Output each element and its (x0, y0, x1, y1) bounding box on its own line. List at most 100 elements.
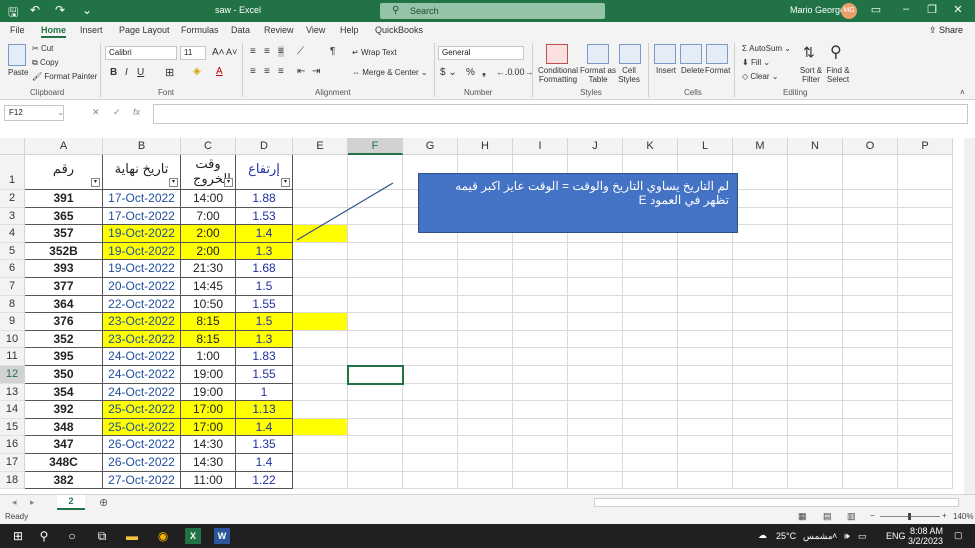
column-header[interactable]: I (513, 138, 568, 155)
paste-icon[interactable] (8, 44, 26, 66)
rtl-icon[interactable]: ¶ (330, 46, 335, 57)
cell[interactable] (898, 383, 953, 402)
cell-d[interactable]: 1.13 (236, 401, 293, 419)
cell[interactable] (513, 348, 568, 366)
ribbon-display-icon[interactable]: ▭ (866, 3, 886, 16)
cell[interactable] (458, 454, 513, 472)
row-header[interactable]: 12 (0, 366, 25, 384)
cell[interactable] (788, 295, 843, 314)
cell[interactable] (568, 454, 623, 472)
close-icon[interactable]: ✕ (948, 3, 968, 16)
cell-c[interactable]: 10:50 (181, 295, 236, 314)
cell[interactable] (788, 313, 843, 331)
cell[interactable] (458, 313, 513, 331)
cell[interactable] (733, 260, 788, 278)
cell[interactable] (843, 383, 898, 402)
cell-b[interactable]: 24-Oct-2022 (103, 383, 181, 402)
header-cell-c[interactable]: وقت الخروج ▾ (181, 155, 236, 190)
minimize-icon[interactable]: – (896, 3, 916, 15)
insert-cells-button[interactable]: Insert (656, 66, 676, 75)
cell[interactable] (843, 454, 898, 472)
cell-a[interactable]: 348 (25, 418, 103, 437)
cell[interactable] (623, 418, 678, 437)
filter-dropdown-icon[interactable]: ▾ (281, 178, 290, 187)
select-all-button[interactable] (0, 138, 25, 155)
column-header[interactable]: L (678, 138, 733, 155)
cell-c[interactable]: 7:00 (181, 207, 236, 226)
cell-b[interactable]: 17-Oct-2022 (103, 190, 181, 208)
column-header[interactable]: K (623, 138, 678, 155)
copy-button[interactable]: ⧉ Copy (32, 58, 59, 68)
cell[interactable] (788, 190, 843, 208)
cell[interactable] (898, 190, 953, 208)
cell[interactable] (678, 454, 733, 472)
cell-b[interactable]: 19-Oct-2022 (103, 260, 181, 278)
clock-time[interactable]: 8:08 AM (910, 526, 943, 536)
cell[interactable] (788, 454, 843, 472)
cell[interactable] (788, 418, 843, 437)
cell[interactable] (568, 383, 623, 402)
formula-input[interactable] (153, 104, 968, 124)
cell[interactable] (733, 401, 788, 419)
cell-d[interactable]: 1.3 (236, 242, 293, 261)
cell[interactable] (293, 225, 348, 243)
cell-styles-button[interactable]: Cell Styles (614, 66, 644, 84)
cell[interactable] (513, 366, 568, 384)
cell-c[interactable]: 21:30 (181, 260, 236, 278)
cell[interactable] (678, 313, 733, 331)
cell-b[interactable]: 26-Oct-2022 (103, 454, 181, 472)
bold-icon[interactable]: B (110, 67, 117, 78)
tab-page-layout[interactable]: Page Layout (119, 25, 170, 35)
cell[interactable] (843, 190, 898, 208)
save-icon[interactable]: 🖫 (8, 3, 18, 24)
row-header[interactable]: 15 (0, 418, 25, 437)
cell[interactable] (898, 260, 953, 278)
cell[interactable] (293, 278, 348, 296)
row-header[interactable]: 1 (0, 155, 25, 190)
cell[interactable] (403, 348, 458, 366)
align-bottom-icon[interactable]: ≡ (278, 46, 284, 57)
cell[interactable] (623, 401, 678, 419)
cell[interactable] (623, 260, 678, 278)
format-cells-button[interactable]: Format (705, 66, 730, 75)
number-format-select[interactable]: General (438, 46, 524, 60)
cell[interactable] (898, 242, 953, 261)
cell[interactable] (293, 190, 348, 208)
cell[interactable] (458, 436, 513, 454)
cell[interactable] (898, 436, 953, 454)
cell[interactable] (293, 313, 348, 331)
active-cell[interactable] (347, 365, 404, 385)
cell-b[interactable]: 24-Oct-2022 (103, 366, 181, 384)
column-header[interactable]: G (403, 138, 458, 155)
normal-view-icon[interactable]: ▦ (798, 511, 807, 522)
cell[interactable] (733, 436, 788, 454)
cell[interactable] (513, 436, 568, 454)
cell[interactable] (513, 330, 568, 349)
cell[interactable] (568, 295, 623, 314)
cell[interactable] (513, 454, 568, 472)
cell[interactable] (293, 366, 348, 384)
orientation-icon[interactable]: ⟋ (297, 46, 304, 57)
cell[interactable] (788, 471, 843, 490)
font-size-select[interactable]: 11 (180, 46, 206, 60)
next-sheet-icon[interactable]: ▸ (30, 497, 35, 508)
cell[interactable] (733, 278, 788, 296)
cell-a[interactable]: 365 (25, 207, 103, 226)
row-header[interactable]: 10 (0, 330, 25, 349)
cell[interactable] (733, 471, 788, 490)
cell[interactable] (843, 225, 898, 243)
cell-c[interactable]: 8:15 (181, 330, 236, 349)
page-break-view-icon[interactable]: ▥ (847, 511, 856, 522)
cell-c[interactable]: 8:15 (181, 313, 236, 331)
cell[interactable] (568, 401, 623, 419)
column-header[interactable]: D (236, 138, 293, 155)
tab-data[interactable]: Data (231, 25, 250, 35)
windows-start-icon[interactable]: ⊞ (10, 528, 26, 544)
cell-a[interactable]: 357 (25, 225, 103, 243)
cell[interactable] (568, 366, 623, 384)
name-box-dropdown-icon[interactable]: ⌄ (57, 107, 65, 118)
cell-d[interactable]: 1.68 (236, 260, 293, 278)
align-center-icon[interactable]: ≡ (264, 66, 270, 77)
cell-b[interactable]: 20-Oct-2022 (103, 278, 181, 296)
autosum-button[interactable]: Σ AutoSum ⌄ (742, 44, 791, 53)
